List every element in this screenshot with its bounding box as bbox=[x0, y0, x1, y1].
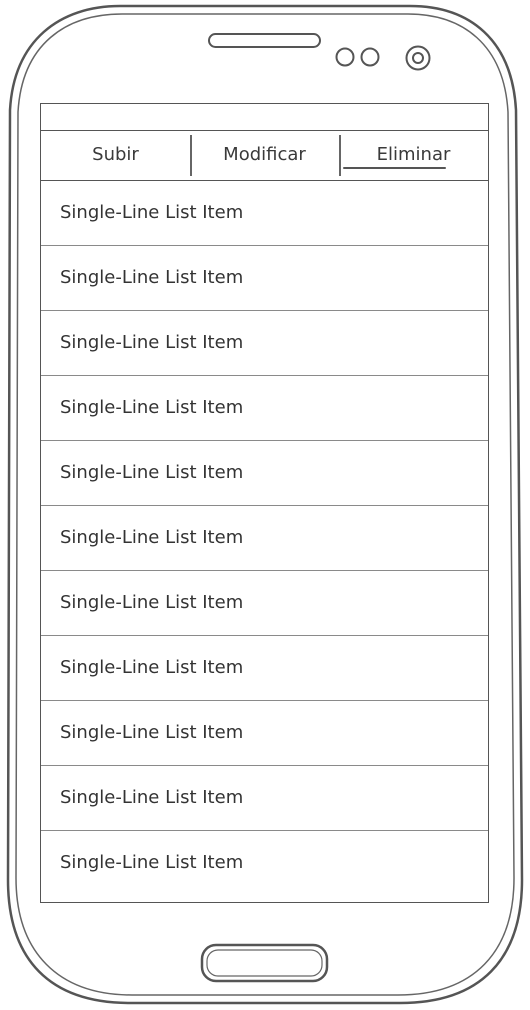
camera-icon bbox=[405, 45, 431, 71]
phone-screen: Subir Modificar Eliminar Single-Line Lis… bbox=[40, 103, 489, 903]
list-item-label: Single-Line List Item bbox=[60, 656, 244, 678]
tab-subir[interactable]: Subir bbox=[41, 131, 190, 180]
list-item-label: Single-Line List Item bbox=[60, 721, 244, 743]
tab-label: Eliminar bbox=[376, 144, 451, 165]
list-item-label: Single-Line List Item bbox=[60, 852, 244, 873]
list-item[interactable]: Single-Line List Item bbox=[41, 246, 488, 311]
list-item-label: Single-Line List Item bbox=[60, 526, 244, 548]
list-item[interactable]: Single-Line List Item bbox=[41, 636, 488, 701]
active-tab-indicator bbox=[343, 166, 446, 169]
list-item-label: Single-Line List Item bbox=[60, 331, 244, 353]
list-item-label: Single-Line List Item bbox=[60, 461, 244, 483]
list: Single-Line List Item Single-Line List I… bbox=[41, 181, 488, 896]
sensor-icon bbox=[360, 47, 380, 67]
list-item-label: Single-Line List Item bbox=[60, 786, 244, 808]
list-item-label: Single-Line List Item bbox=[60, 396, 244, 418]
list-item[interactable]: Single-Line List Item bbox=[41, 506, 488, 571]
list-item[interactable]: Single-Line List Item bbox=[41, 571, 488, 636]
list-item[interactable]: Single-Line List Item bbox=[41, 831, 488, 896]
tab-label: Modificar bbox=[223, 144, 306, 165]
list-item-label: Single-Line List Item bbox=[60, 266, 244, 288]
list-item[interactable]: Single-Line List Item bbox=[41, 181, 488, 246]
sensor-icon bbox=[335, 47, 355, 67]
tab-eliminar[interactable]: Eliminar bbox=[339, 131, 488, 180]
list-item[interactable]: Single-Line List Item bbox=[41, 441, 488, 506]
tab-modificar[interactable]: Modificar bbox=[190, 131, 339, 180]
list-item[interactable]: Single-Line List Item bbox=[41, 376, 488, 441]
list-item-label: Single-Line List Item bbox=[60, 201, 244, 223]
list-item[interactable]: Single-Line List Item bbox=[41, 311, 488, 376]
list-item-label: Single-Line List Item bbox=[60, 591, 244, 613]
tab-bar: Subir Modificar Eliminar bbox=[41, 131, 488, 181]
list-item[interactable]: Single-Line List Item bbox=[41, 766, 488, 831]
speaker-icon bbox=[208, 33, 321, 48]
status-bar bbox=[41, 104, 488, 131]
tab-label: Subir bbox=[92, 144, 139, 165]
list-item[interactable]: Single-Line List Item bbox=[41, 701, 488, 766]
